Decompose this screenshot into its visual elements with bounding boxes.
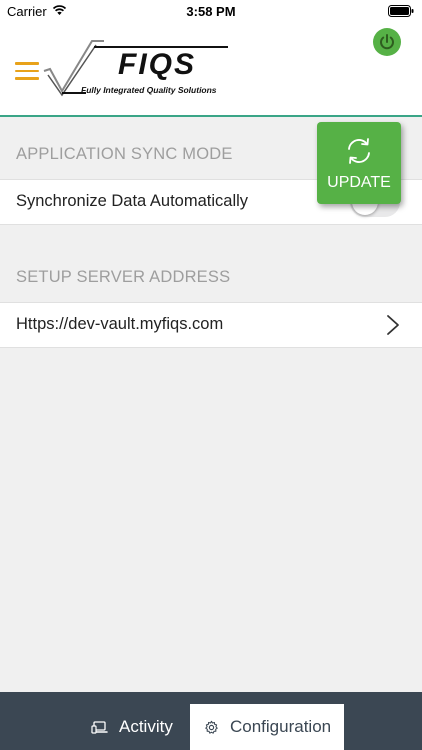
logo-text: FIQS [118,48,197,81]
update-button[interactable]: UPDATE [317,122,401,204]
status-bar: Carrier 3:58 PM [0,0,422,22]
sync-mode-section-title: APPLICATION SYNC MODE [16,145,233,163]
server-address-value: Https://dev-vault.myfiqs.com [16,315,224,333]
app-header: FIQS Fully Integrated Quality Solutions [0,22,422,117]
server-address-section-title: SETUP SERVER ADDRESS [16,268,231,286]
server-address-row[interactable]: Https://dev-vault.myfiqs.com [0,302,422,348]
sync-automatically-label: Synchronize Data Automatically [16,192,249,210]
sync-icon [348,138,370,164]
logo-tagline: Fully Integrated Quality Solutions [81,85,217,95]
hamburger-menu-icon[interactable] [15,62,39,80]
chevron-right-icon [387,315,399,335]
gear-icon [205,720,218,734]
laptop-icon [91,721,108,734]
tab-activity[interactable]: Activity [78,704,190,750]
battery-icon [388,5,414,17]
status-time: 3:58 PM [186,4,236,19]
fiqs-logo: FIQS Fully Integrated Quality Solutions [42,39,228,99]
power-button[interactable] [373,28,401,56]
power-icon [380,34,394,50]
update-button-label: UPDATE [327,174,391,191]
tab-activity-label: Activity [119,717,173,736]
tab-configuration[interactable]: Configuration [190,704,344,750]
bottom-tab-bar: Activity Configuration [0,692,422,750]
tab-configuration-label: Configuration [230,717,332,736]
